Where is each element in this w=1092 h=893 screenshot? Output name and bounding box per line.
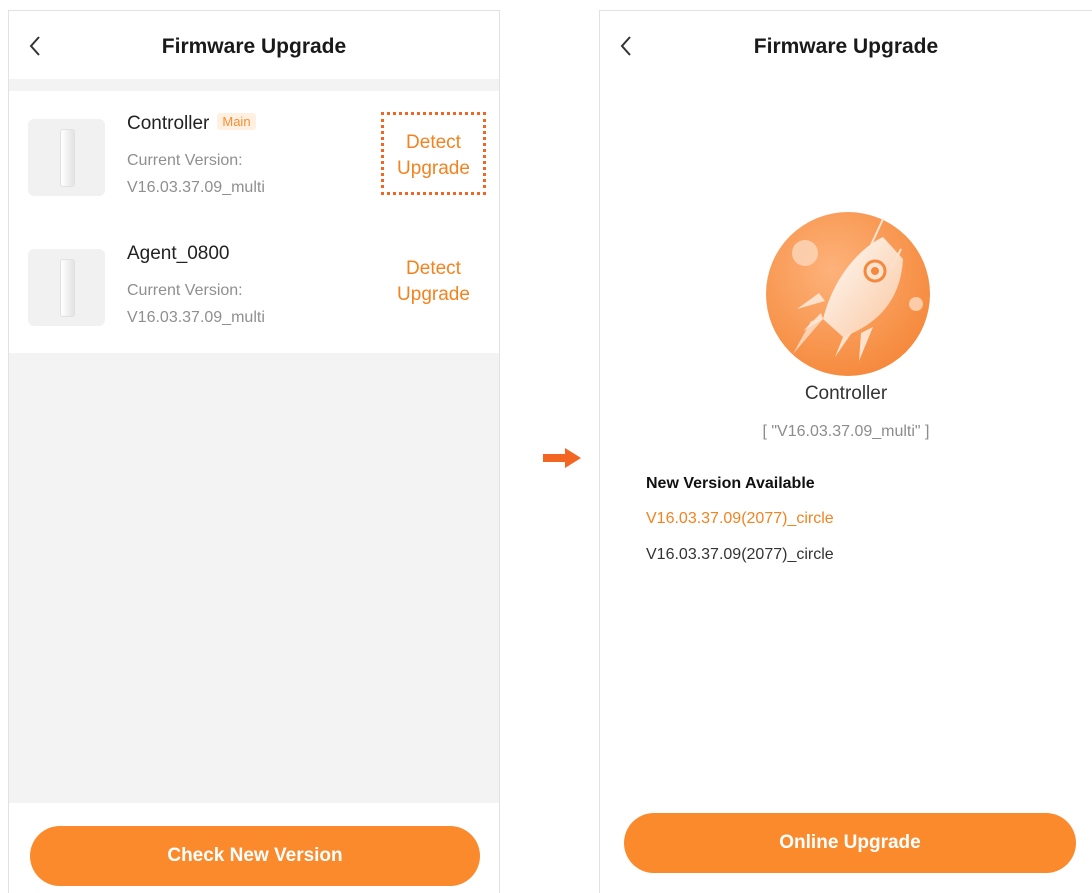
device-list: Controller Main Current Version: V16.03.3…: [9, 91, 499, 353]
rocket-icon: [763, 209, 933, 379]
nav-bar: Firmware Upgrade: [9, 11, 499, 79]
list-item-controller[interactable]: Controller Main Current Version: V16.03.3…: [9, 112, 499, 233]
current-version-value: V16.03.37.09_multi: [127, 179, 265, 196]
list-item-agent[interactable]: Agent_0800 Current Version: V16.03.37.09…: [9, 243, 499, 363]
new-version-heading: New Version Available: [646, 475, 815, 492]
detect-upgrade-line1: Detect: [406, 132, 461, 153]
footer-bar: Check New Version: [9, 803, 499, 893]
upgrade-detail-screen: Firmware Upgrade Controller ["V16.03.37…: [599, 10, 1092, 893]
detect-upgrade-button[interactable]: Detect Upgrade: [381, 241, 486, 324]
nav-bar: Firmware Upgrade: [600, 11, 1092, 79]
check-new-version-button[interactable]: Check New Version: [30, 826, 480, 886]
device-thumbnail-icon: [28, 249, 105, 326]
device-thumbnail-icon: [28, 119, 105, 196]
new-version-text: V16.03.37.09(2077)_circle: [646, 546, 834, 563]
new-version-highlight: V16.03.37.09(2077)_circle: [646, 510, 834, 527]
right-arrow-icon: [543, 446, 583, 470]
detect-upgrade-line2: Upgrade: [397, 158, 470, 179]
device-name-text: Controller: [127, 113, 210, 134]
current-version-label: Current Version:: [127, 282, 243, 299]
current-version: [ "V16.03.37.09_multi" ]: [762, 423, 930, 440]
device-name: Agent_0800: [127, 243, 230, 264]
detect-upgrade-line2: Upgrade: [397, 284, 470, 305]
page-title: Firmware Upgrade: [161, 35, 347, 58]
main-badge: Main: [217, 113, 256, 130]
detect-upgrade-line1: Detect: [406, 258, 461, 279]
current-version-value: V16.03.37.09_multi: [127, 309, 265, 326]
device-list-screen: Firmware Upgrade Controller Main Current …: [8, 10, 500, 893]
current-version-label: Current Version:: [127, 152, 243, 169]
device-name: Controller: [804, 383, 888, 404]
detect-upgrade-button[interactable]: Detect Upgrade: [381, 112, 486, 195]
online-upgrade-button[interactable]: Online Upgrade: [624, 813, 1076, 873]
page-title: Firmware Upgrade: [753, 35, 939, 58]
device-name: Controller Main: [127, 113, 256, 135]
